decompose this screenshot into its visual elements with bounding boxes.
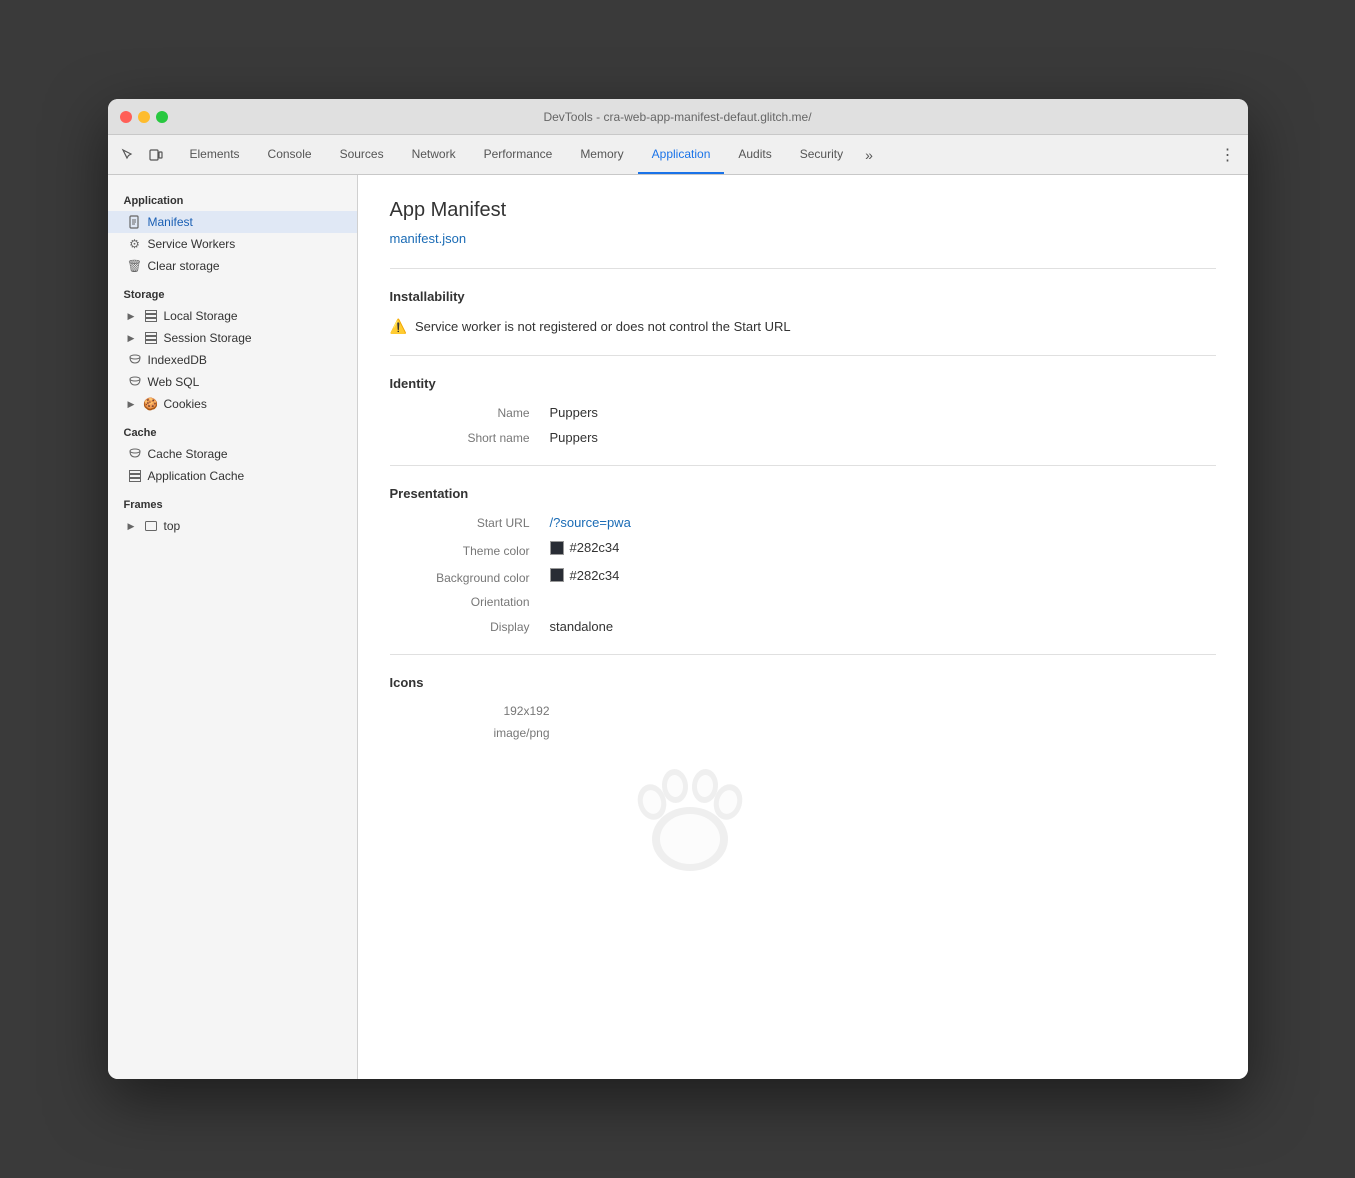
sidebar-item-service-workers[interactable]: ⚙ Service Workers <box>108 233 357 255</box>
icons-title: Icons <box>390 675 1216 690</box>
traffic-lights <box>120 111 168 123</box>
divider <box>390 355 1216 356</box>
warning-text: Service worker is not registered or does… <box>415 319 791 334</box>
session-storage-icon <box>144 331 158 345</box>
device-icon[interactable] <box>144 143 168 167</box>
start-url-link[interactable]: /?source=pwa <box>550 515 631 530</box>
tab-audits[interactable]: Audits <box>724 135 785 174</box>
devtools-window: DevTools - cra-web-app-manifest-defaut.g… <box>108 99 1248 1079</box>
background-color-swatch[interactable] <box>550 568 564 582</box>
page-title: App Manifest <box>390 199 1216 222</box>
theme-color-label: Theme color <box>390 544 550 558</box>
inspect-icon[interactable] <box>116 143 140 167</box>
sidebar-item-manifest[interactable]: Manifest <box>108 211 357 233</box>
display-row: Display standalone <box>390 619 1216 634</box>
cache-storage-icon <box>128 447 142 461</box>
name-row: Name Puppers <box>390 405 1216 420</box>
sidebar-item-clear-storage[interactable]: 🗑 Clear storage <box>108 255 357 277</box>
gear-icon: ⚙ <box>128 237 142 251</box>
warning-icon: ⚠️ <box>390 318 407 335</box>
paw-icon-container <box>590 704 790 904</box>
storage-section-label: Storage <box>108 277 357 305</box>
trash-icon: 🗑 <box>128 259 142 273</box>
tab-elements[interactable]: Elements <box>176 135 254 174</box>
sidebar: Application Manifest ⚙ Service Workers <box>108 175 358 1079</box>
short-name-value: Puppers <box>550 430 598 445</box>
manifest-link[interactable]: manifest.json <box>390 231 467 246</box>
presentation-title: Presentation <box>390 486 1216 501</box>
expand-icon: ▶ <box>128 333 138 344</box>
maximize-button[interactable] <box>156 111 168 123</box>
menu-icon[interactable]: ⋮ <box>1216 143 1240 167</box>
icon-size-label: 192x192 <box>503 704 549 718</box>
sidebar-item-web-sql[interactable]: Web SQL <box>108 371 357 393</box>
frames-section-label: Frames <box>108 487 357 515</box>
sidebar-item-application-cache[interactable]: Application Cache <box>108 465 357 487</box>
tabs-container: Elements Console Sources Network Perform… <box>176 135 1216 174</box>
expand-icon: ▶ <box>128 399 138 410</box>
installability-title: Installability <box>390 289 1216 304</box>
expand-icon: ▶ <box>128 311 138 322</box>
display-value: standalone <box>550 619 614 634</box>
orientation-row: Orientation <box>390 595 1216 609</box>
short-name-row: Short name Puppers <box>390 430 1216 445</box>
cache-section-label: Cache <box>108 415 357 443</box>
cookie-icon: 🍪 <box>144 397 158 411</box>
divider <box>390 654 1216 655</box>
tab-memory[interactable]: Memory <box>566 135 637 174</box>
background-color-row: Background color #282c34 <box>390 568 1216 586</box>
frame-icon <box>144 519 158 533</box>
sidebar-item-cookies[interactable]: ▶ 🍪 Cookies <box>108 393 357 415</box>
main-area: Application Manifest ⚙ Service Workers <box>108 175 1248 1079</box>
tab-bar: Elements Console Sources Network Perform… <box>108 135 1248 175</box>
tab-security[interactable]: Security <box>786 135 857 174</box>
divider <box>390 268 1216 269</box>
indexeddb-icon <box>128 353 142 367</box>
sidebar-item-local-storage[interactable]: ▶ Local Storage <box>108 305 357 327</box>
sidebar-item-session-storage[interactable]: ▶ Session Storage <box>108 327 357 349</box>
paw-print-icon <box>610 724 770 884</box>
theme-color-value: #282c34 <box>550 540 620 555</box>
more-tabs-button[interactable]: » <box>857 135 881 174</box>
theme-color-swatch[interactable] <box>550 541 564 555</box>
orientation-label: Orientation <box>390 595 550 609</box>
close-button[interactable] <box>120 111 132 123</box>
tab-console[interactable]: Console <box>254 135 326 174</box>
tab-performance[interactable]: Performance <box>470 135 567 174</box>
display-label: Display <box>390 620 550 634</box>
icon-info: 192x192 image/png <box>390 704 1216 904</box>
name-value: Puppers <box>550 405 598 420</box>
start-url-row: Start URL /?source=pwa <box>390 515 1216 530</box>
background-color-label: Background color <box>390 571 550 585</box>
start-url-value: /?source=pwa <box>550 515 631 530</box>
app-cache-icon <box>128 469 142 483</box>
installability-warning: ⚠️ Service worker is not registered or d… <box>390 318 1216 335</box>
start-url-label: Start URL <box>390 516 550 530</box>
minimize-button[interactable] <box>138 111 150 123</box>
theme-color-row: Theme color #282c34 <box>390 540 1216 558</box>
expand-icon: ▶ <box>128 521 138 532</box>
application-section-label: Application <box>108 183 357 211</box>
tab-sources[interactable]: Sources <box>326 135 398 174</box>
window-title: DevTools - cra-web-app-manifest-defaut.g… <box>543 110 811 124</box>
identity-title: Identity <box>390 376 1216 391</box>
background-color-value: #282c34 <box>550 568 620 583</box>
sidebar-item-indexeddb[interactable]: IndexedDB <box>108 349 357 371</box>
tab-application[interactable]: Application <box>638 135 725 174</box>
title-bar: DevTools - cra-web-app-manifest-defaut.g… <box>108 99 1248 135</box>
manifest-icon <box>128 215 142 229</box>
toolbar-icons <box>116 135 168 174</box>
content-area: App Manifest manifest.json Installabilit… <box>358 175 1248 1079</box>
web-sql-icon <box>128 375 142 389</box>
sidebar-item-cache-storage[interactable]: Cache Storage <box>108 443 357 465</box>
icon-type-label: image/png <box>493 726 549 740</box>
short-name-label: Short name <box>390 431 550 445</box>
tab-network[interactable]: Network <box>398 135 470 174</box>
name-label: Name <box>390 406 550 420</box>
sidebar-item-frames-top[interactable]: ▶ top <box>108 515 357 537</box>
divider <box>390 465 1216 466</box>
tab-bar-right: ⋮ <box>1216 135 1248 174</box>
local-storage-icon <box>144 309 158 323</box>
